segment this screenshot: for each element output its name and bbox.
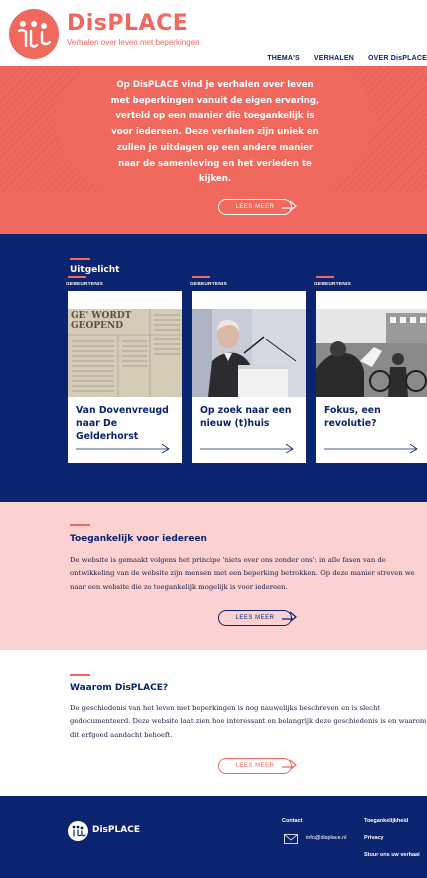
newspaper-image: GE' WORDT GEOPEND [68,309,182,397]
card-title[interactable]: Van Dovenvreugd naar De Gelderhorst [76,404,180,443]
footer-link-verhaal[interactable]: Stuur ons uw verhaal [364,852,420,858]
card-category: GEBEURTENIS [66,282,103,287]
arrow-right-icon [282,759,297,770]
toegankelijk-section: Toegankelijk voor iedereen De website is… [0,502,427,650]
footer-email-link[interactable]: info@displace.nl [306,835,346,841]
card-category: GEBEURTENIS [314,282,351,287]
footer-contact-title: Contact [282,818,303,824]
card-title[interactable]: Fokus, een revolutie? [324,404,427,430]
lees-meer-label: LEES MEER [235,615,275,621]
toegankelijk-title: Toegankelijk voor iedereen [70,534,207,544]
section-accent-rule [70,674,90,676]
lees-meer-label: LEES MEER [235,204,275,210]
card-title[interactable]: Op zoek naar een nieuw (t)huis [200,404,304,430]
nav-over-displace[interactable]: OVER DisPLACE [368,55,427,62]
hero-text: Op DisPLACE vind je verhalen over leven … [110,80,320,185]
arrow-right-icon [282,611,297,622]
main-nav: THEMA'S VERHALEN OVER DisPLACE [267,55,427,62]
arrow-right-icon[interactable] [200,441,300,455]
displace-logo-icon[interactable] [9,9,59,59]
card-accent-rule [68,276,86,278]
card-accent-rule [316,276,334,278]
lees-meer-label: LEES MEER [235,763,275,769]
site-footer: DisPLACE Contact info@displace.nl Toegan… [0,796,427,878]
displace-logo-icon[interactable] [68,821,88,841]
site-header: DisPLACE Verhalen over leven met beperki… [0,0,427,66]
arrow-right-icon[interactable] [324,441,424,455]
speaker-photo [192,309,306,397]
footer-link-privacy[interactable]: Privacy [364,835,384,841]
nav-themas[interactable]: THEMA'S [267,55,300,62]
featured-section: Uitgelicht GEBEURTENIS GE' WORDT GEOPEND… [0,234,427,502]
newspaper-headline: GE' WORDT GEOPEND [71,311,132,331]
section-accent-rule [70,524,90,526]
footer-brand[interactable]: DisPLACE [92,825,140,835]
featured-card-1[interactable]: GEBEURTENIS GE' WORDT GEOPEND Van Dovenv… [66,276,182,463]
mail-icon [284,834,298,844]
featured-card-2[interactable]: GEBEURTENIS Op zoek naar een nieuw (t)hu… [190,276,306,463]
card-accent-rule [192,276,210,278]
brand-tagline: Verhalen over leven met beperkingen [67,38,200,47]
arrow-right-icon [282,200,297,211]
toegankelijk-body: De website is gemaakt volgens het princi… [70,556,415,591]
section-accent-rule [70,258,90,260]
hero-section: Op DisPLACE vind je verhalen over leven … [0,66,427,234]
waarom-lees-meer-button[interactable]: LEES MEER [218,758,297,774]
toegankelijk-lees-meer-button[interactable]: LEES MEER [218,610,297,626]
featured-title: Uitgelicht [70,265,120,275]
brand-name[interactable]: DisPLACE [67,11,188,36]
card-category: GEBEURTENIS [190,282,227,287]
hero-lees-meer-button[interactable]: LEES MEER [218,199,297,215]
featured-card-3[interactable]: GEBEURTENIS Fokus, een revolutie? [314,276,427,463]
protest-photo [316,309,427,397]
footer-link-toegankelijkheid[interactable]: Toegankelijkheid [364,818,408,824]
waarom-title: Waarom DisPLACE? [70,683,169,693]
waarom-section: Waarom DisPLACE? De geschiedenis van het… [0,650,427,796]
arrow-right-icon[interactable] [76,441,176,455]
waarom-body: De geschiedenis van het leven met beperk… [70,704,427,739]
nav-verhalen[interactable]: VERHALEN [314,55,354,62]
